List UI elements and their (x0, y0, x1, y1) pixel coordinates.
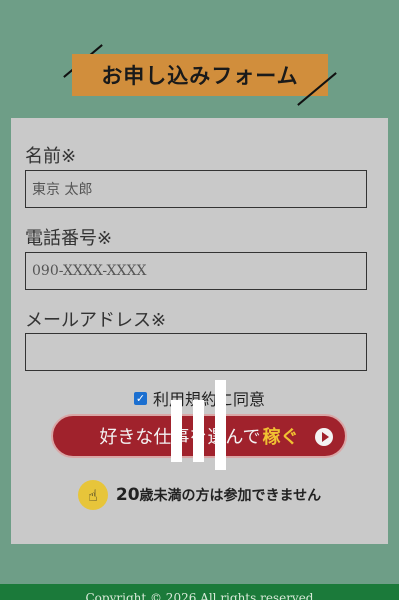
age-note: ☝ 20歳未満の方は参加できません (11, 480, 388, 510)
phone-label: 電話番号※ (25, 228, 113, 249)
overlay-bar (215, 380, 226, 470)
play-circle-icon (315, 428, 333, 446)
footer: Copyright © 2026 All rights reserved (0, 584, 399, 600)
name-field[interactable]: 東京 太郎 (25, 170, 367, 208)
age-note-message: 歳未満の方は参加できません (139, 488, 322, 504)
agree-checkbox[interactable]: ✓ (133, 391, 147, 405)
age-note-text: 20歳未満の方は参加できません (116, 485, 321, 505)
age-number: 20 (115, 485, 140, 505)
email-field[interactable] (25, 333, 367, 371)
phone-placeholder: 090-XXXX-XXXX (32, 263, 147, 279)
phone-field[interactable]: 090-XXXX-XXXX (25, 252, 367, 290)
submit-label-highlight: 稼ぐ (262, 427, 299, 448)
form-banner: お申し込みフォーム (60, 40, 340, 110)
overlay-bars (171, 380, 231, 475)
finger-point-icon: ☝ (77, 480, 108, 510)
application-form: 名前※ 東京 太郎 電話番号※ 090-XXXX-XXXX メールアドレス※ ✓… (11, 118, 388, 544)
overlay-bar (171, 400, 182, 462)
name-placeholder: 東京 太郎 (32, 182, 93, 198)
email-label: メールアドレス※ (25, 310, 167, 331)
banner-title: お申し込みフォーム (72, 54, 328, 96)
overlay-bar (193, 400, 204, 462)
copyright-text: Copyright © 2026 All rights reserved (85, 591, 314, 600)
name-label: 名前※ (25, 146, 77, 167)
